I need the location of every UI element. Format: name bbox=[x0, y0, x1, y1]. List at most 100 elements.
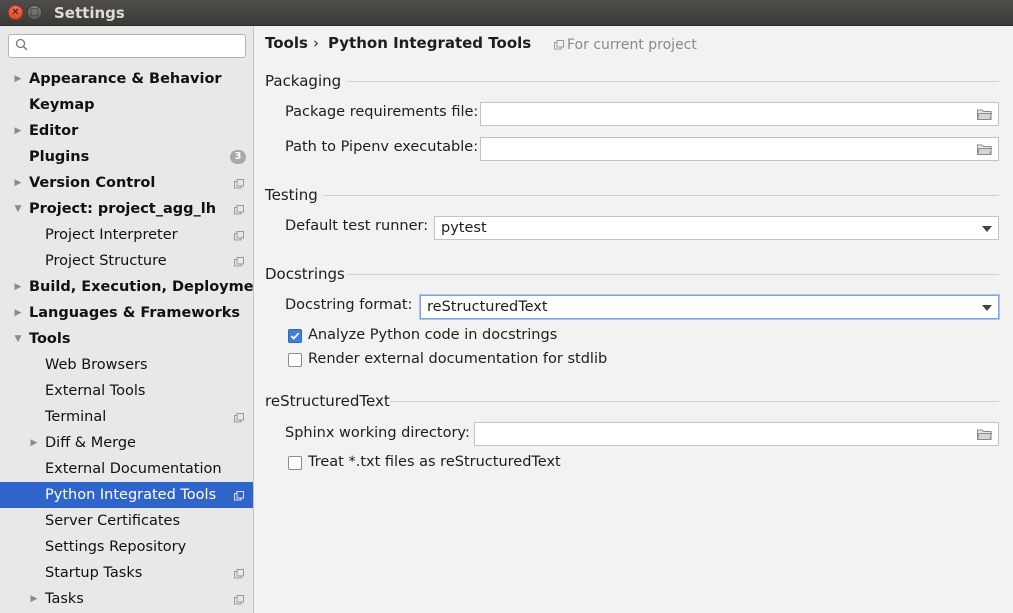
settings-content: Tools › Python Integrated Tools For curr… bbox=[255, 26, 1013, 613]
project-scope-icon bbox=[234, 491, 244, 501]
sidebar-item-version-control[interactable]: ▶ Version Control bbox=[0, 170, 253, 196]
sidebar-item-label: Python Integrated Tools bbox=[45, 487, 217, 503]
sidebar-item-label: Web Browsers bbox=[45, 357, 148, 373]
sidebar-item-label: Terminal bbox=[45, 409, 107, 425]
sidebar-item-languages-frameworks[interactable]: ▶ Languages & Frameworks bbox=[0, 300, 253, 326]
sidebar-item-diff-merge[interactable]: ▶ Diff & Merge bbox=[0, 430, 253, 456]
breadcrumb-separator: › bbox=[313, 34, 319, 52]
sidebar-item-keymap[interactable]: Keymap bbox=[0, 92, 253, 118]
docstring-format-label: Docstring format: bbox=[285, 297, 413, 313]
docstrings-divider bbox=[347, 274, 999, 275]
analyze-label: Analyze Python code in docstrings bbox=[308, 327, 558, 343]
settings-window: ✕ □ Settings ▶ Appearance & Behavior Keyma… bbox=[0, 0, 1013, 613]
sidebar-item-editor[interactable]: ▶ Editor bbox=[0, 118, 253, 144]
expand-arrow-icon[interactable]: ▶ bbox=[28, 586, 40, 612]
test-runner-select[interactable]: pytest bbox=[434, 216, 999, 240]
expand-arrow-icon[interactable]: ▶ bbox=[12, 300, 24, 326]
browse-folder-icon[interactable] bbox=[977, 143, 992, 155]
expand-arrow-icon[interactable]: ▶ bbox=[12, 274, 24, 300]
sidebar-item-tools[interactable]: ▼ Tools bbox=[0, 326, 253, 352]
close-button[interactable]: ✕ bbox=[8, 5, 23, 20]
search-field[interactable] bbox=[8, 34, 246, 58]
test-runner-value: pytest bbox=[441, 220, 487, 236]
packaging-divider bbox=[347, 81, 999, 82]
requirements-field[interactable] bbox=[480, 102, 999, 126]
sidebar-item-project-project-agg-lh[interactable]: ▼ Project: project_agg_lh bbox=[0, 196, 253, 222]
dropdown-arrow-icon bbox=[982, 305, 992, 311]
sidebar-item-external-documentation[interactable]: External Documentation bbox=[0, 456, 253, 482]
sidebar-item-label: Version Control bbox=[29, 175, 156, 191]
title-bar: ✕ □ Settings bbox=[0, 0, 1013, 26]
sidebar-item-settings-repository[interactable]: Settings Repository bbox=[0, 534, 253, 560]
test-runner-label: Default test runner: bbox=[285, 218, 429, 234]
sidebar-item-label: Project Interpreter bbox=[45, 227, 178, 243]
close-icon: ✕ bbox=[11, 6, 20, 18]
sidebar-item-project-interpreter[interactable]: Project Interpreter bbox=[0, 222, 253, 248]
treat-txt-label: Treat *.txt files as reStructuredText bbox=[308, 454, 561, 470]
expand-arrow-icon[interactable]: ▶ bbox=[12, 66, 24, 92]
settings-sidebar: ▶ Appearance & Behavior Keymap ▶ Editor Plugi… bbox=[0, 26, 254, 613]
sidebar-item-label: Server Certificates bbox=[45, 513, 181, 529]
docstring-format-select[interactable]: reStructuredText bbox=[420, 295, 999, 319]
sidebar-item-label: Plugins bbox=[29, 149, 90, 165]
docstring-format-value: reStructuredText bbox=[427, 299, 548, 315]
sidebar-item-web-browsers[interactable]: Web Browsers bbox=[0, 352, 253, 378]
sidebar-item-label: Startup Tasks bbox=[45, 565, 143, 581]
project-scope-icon bbox=[234, 569, 244, 579]
project-scope-icon bbox=[234, 257, 244, 267]
sidebar-item-server-certificates[interactable]: Server Certificates bbox=[0, 508, 253, 534]
sidebar-item-label: External Tools bbox=[45, 383, 146, 399]
render-docs-label: Render external documentation for stdlib bbox=[308, 351, 608, 367]
render-docs-checkbox[interactable] bbox=[288, 353, 302, 367]
testing-section-title: Testing bbox=[265, 186, 318, 204]
search-icon bbox=[15, 38, 28, 51]
sidebar-item-tasks[interactable]: ▶ Tasks bbox=[0, 586, 253, 612]
collapse-arrow-icon[interactable]: ▼ bbox=[12, 326, 24, 352]
update-count-badge: 3 bbox=[230, 150, 246, 164]
rest-section-title: reStructuredText bbox=[265, 392, 390, 410]
breadcrumb-root[interactable]: Tools bbox=[265, 34, 308, 52]
sidebar-item-plugins[interactable]: Plugins 3 bbox=[0, 144, 253, 170]
browse-folder-icon[interactable] bbox=[977, 108, 992, 120]
maximize-button[interactable]: □ bbox=[27, 5, 42, 20]
dropdown-arrow-icon bbox=[982, 226, 992, 232]
sidebar-item-label: Tasks bbox=[45, 591, 84, 607]
sphinx-dir-field[interactable] bbox=[474, 422, 999, 446]
docstrings-section-title: Docstrings bbox=[265, 265, 345, 283]
expand-arrow-icon[interactable]: ▶ bbox=[12, 170, 24, 196]
project-scope-icon bbox=[234, 595, 244, 605]
project-scope-icon bbox=[234, 231, 244, 241]
treat-txt-checkbox[interactable] bbox=[288, 456, 302, 470]
sidebar-item-terminal[interactable]: Terminal bbox=[0, 404, 253, 430]
sidebar-item-label: Project: project_agg_lh bbox=[29, 201, 217, 217]
sidebar-item-python-integrated-tools[interactable]: Python Integrated Tools bbox=[0, 482, 253, 508]
expand-arrow-icon[interactable]: ▶ bbox=[12, 118, 24, 144]
project-scope-icon bbox=[234, 205, 244, 215]
sidebar-item-label: Project Structure bbox=[45, 253, 167, 269]
sidebar-item-build-execution-deployment[interactable]: ▶ Build, Execution, Deployment bbox=[0, 274, 254, 300]
sidebar-item-project-structure[interactable]: Project Structure bbox=[0, 248, 253, 274]
scope-note: For current project bbox=[554, 37, 697, 53]
collapse-arrow-icon[interactable]: ▼ bbox=[12, 196, 24, 222]
sidebar-item-external-tools[interactable]: External Tools bbox=[0, 378, 253, 404]
pipenv-field[interactable] bbox=[480, 137, 999, 161]
breadcrumb-page: Python Integrated Tools bbox=[328, 34, 532, 52]
project-scope-icon bbox=[234, 179, 244, 189]
browse-folder-icon[interactable] bbox=[977, 428, 992, 440]
sidebar-item-label: Tools bbox=[29, 331, 71, 347]
maximize-icon: □ bbox=[29, 6, 40, 18]
expand-arrow-icon[interactable]: ▶ bbox=[28, 430, 40, 456]
sidebar-item-label: Settings Repository bbox=[45, 539, 187, 555]
sidebar-item-startup-tasks[interactable]: Startup Tasks bbox=[0, 560, 253, 586]
checkmark-icon bbox=[290, 332, 300, 340]
sidebar-item-label: Build, Execution, Deployment bbox=[29, 279, 254, 295]
packaging-section-title: Packaging bbox=[265, 72, 342, 90]
sidebar-item-label: Appearance & Behavior bbox=[29, 71, 222, 87]
analyze-checkbox[interactable] bbox=[288, 329, 302, 343]
testing-divider bbox=[323, 195, 999, 196]
sidebar-item-appearance-behavior[interactable]: ▶ Appearance & Behavior bbox=[0, 66, 253, 92]
rest-divider bbox=[390, 401, 999, 402]
sidebar-item-label: Keymap bbox=[29, 97, 95, 113]
pipenv-label: Path to Pipenv executable: bbox=[285, 139, 479, 155]
sidebar-item-label: Diff & Merge bbox=[45, 435, 136, 451]
